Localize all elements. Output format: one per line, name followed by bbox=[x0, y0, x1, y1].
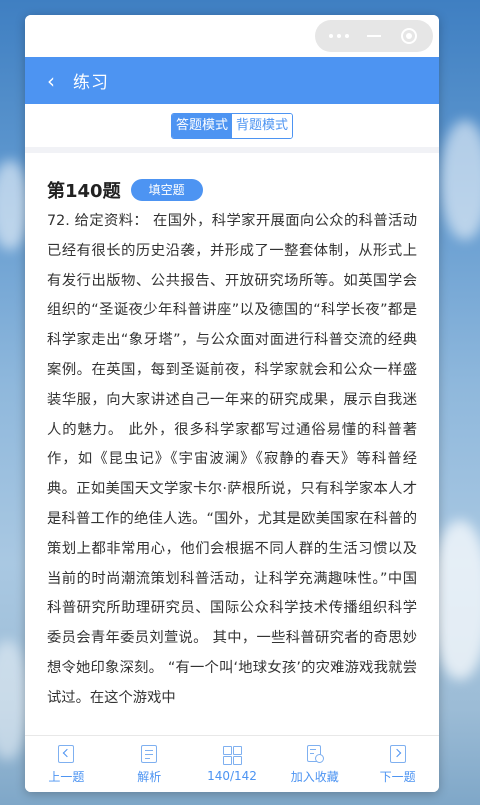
more-dots-icon[interactable] bbox=[329, 34, 351, 38]
grid-icon bbox=[222, 745, 242, 765]
capsule-menu[interactable] bbox=[315, 20, 433, 52]
next-icon bbox=[388, 744, 408, 764]
close-circle-icon[interactable] bbox=[401, 28, 417, 44]
favorite-label: 加入收藏 bbox=[290, 769, 339, 784]
back-arrow-icon[interactable]: ‹ bbox=[47, 71, 63, 91]
navigation-bar: ‹ 练习 bbox=[25, 57, 439, 104]
answer-sheet-button[interactable]: 140/142 bbox=[191, 736, 274, 792]
mode-switch-row: 答题模式 背题模式 bbox=[25, 104, 439, 147]
analysis-button[interactable]: 解析 bbox=[108, 736, 191, 792]
window-titlebar bbox=[25, 15, 439, 57]
page-title: 练习 bbox=[73, 73, 109, 93]
analysis-icon bbox=[139, 744, 159, 764]
mode-toggle: 答题模式 背题模式 bbox=[170, 112, 294, 139]
favorite-button[interactable]: 加入收藏 bbox=[273, 736, 356, 792]
progress-label: 140/142 bbox=[207, 769, 257, 783]
question-text: 72. 给定资料： 在国外，科学家开展面向公众的科普活动已经有很长的历史沿袭，并… bbox=[47, 213, 417, 706]
question-header: 第140题 填空题 bbox=[47, 177, 417, 203]
favorite-icon bbox=[305, 744, 325, 764]
prev-question-button[interactable]: 上一题 bbox=[25, 736, 108, 792]
memorize-mode-button[interactable]: 背题模式 bbox=[232, 113, 293, 138]
question-number: 第140题 bbox=[47, 181, 121, 202]
mini-program-window: ‹ 练习 答题模式 背题模式 第140题 填空题 72. 给定资料： 在国外，科… bbox=[25, 15, 439, 792]
prev-label: 上一题 bbox=[48, 769, 85, 784]
minimize-icon[interactable] bbox=[367, 35, 381, 37]
prev-icon bbox=[56, 744, 76, 764]
question-content[interactable]: 第140题 填空题 72. 给定资料： 在国外，科学家开展面向公众的科普活动已经… bbox=[25, 153, 439, 733]
question-type-badge: 填空题 bbox=[130, 179, 203, 201]
analysis-label: 解析 bbox=[137, 769, 162, 784]
next-label: 下一题 bbox=[379, 769, 416, 784]
answer-mode-button[interactable]: 答题模式 bbox=[171, 113, 232, 138]
bottom-toolbar: 上一题 解析 140/142 加入收藏 下一题 bbox=[25, 735, 439, 792]
next-question-button[interactable]: 下一题 bbox=[356, 736, 439, 792]
